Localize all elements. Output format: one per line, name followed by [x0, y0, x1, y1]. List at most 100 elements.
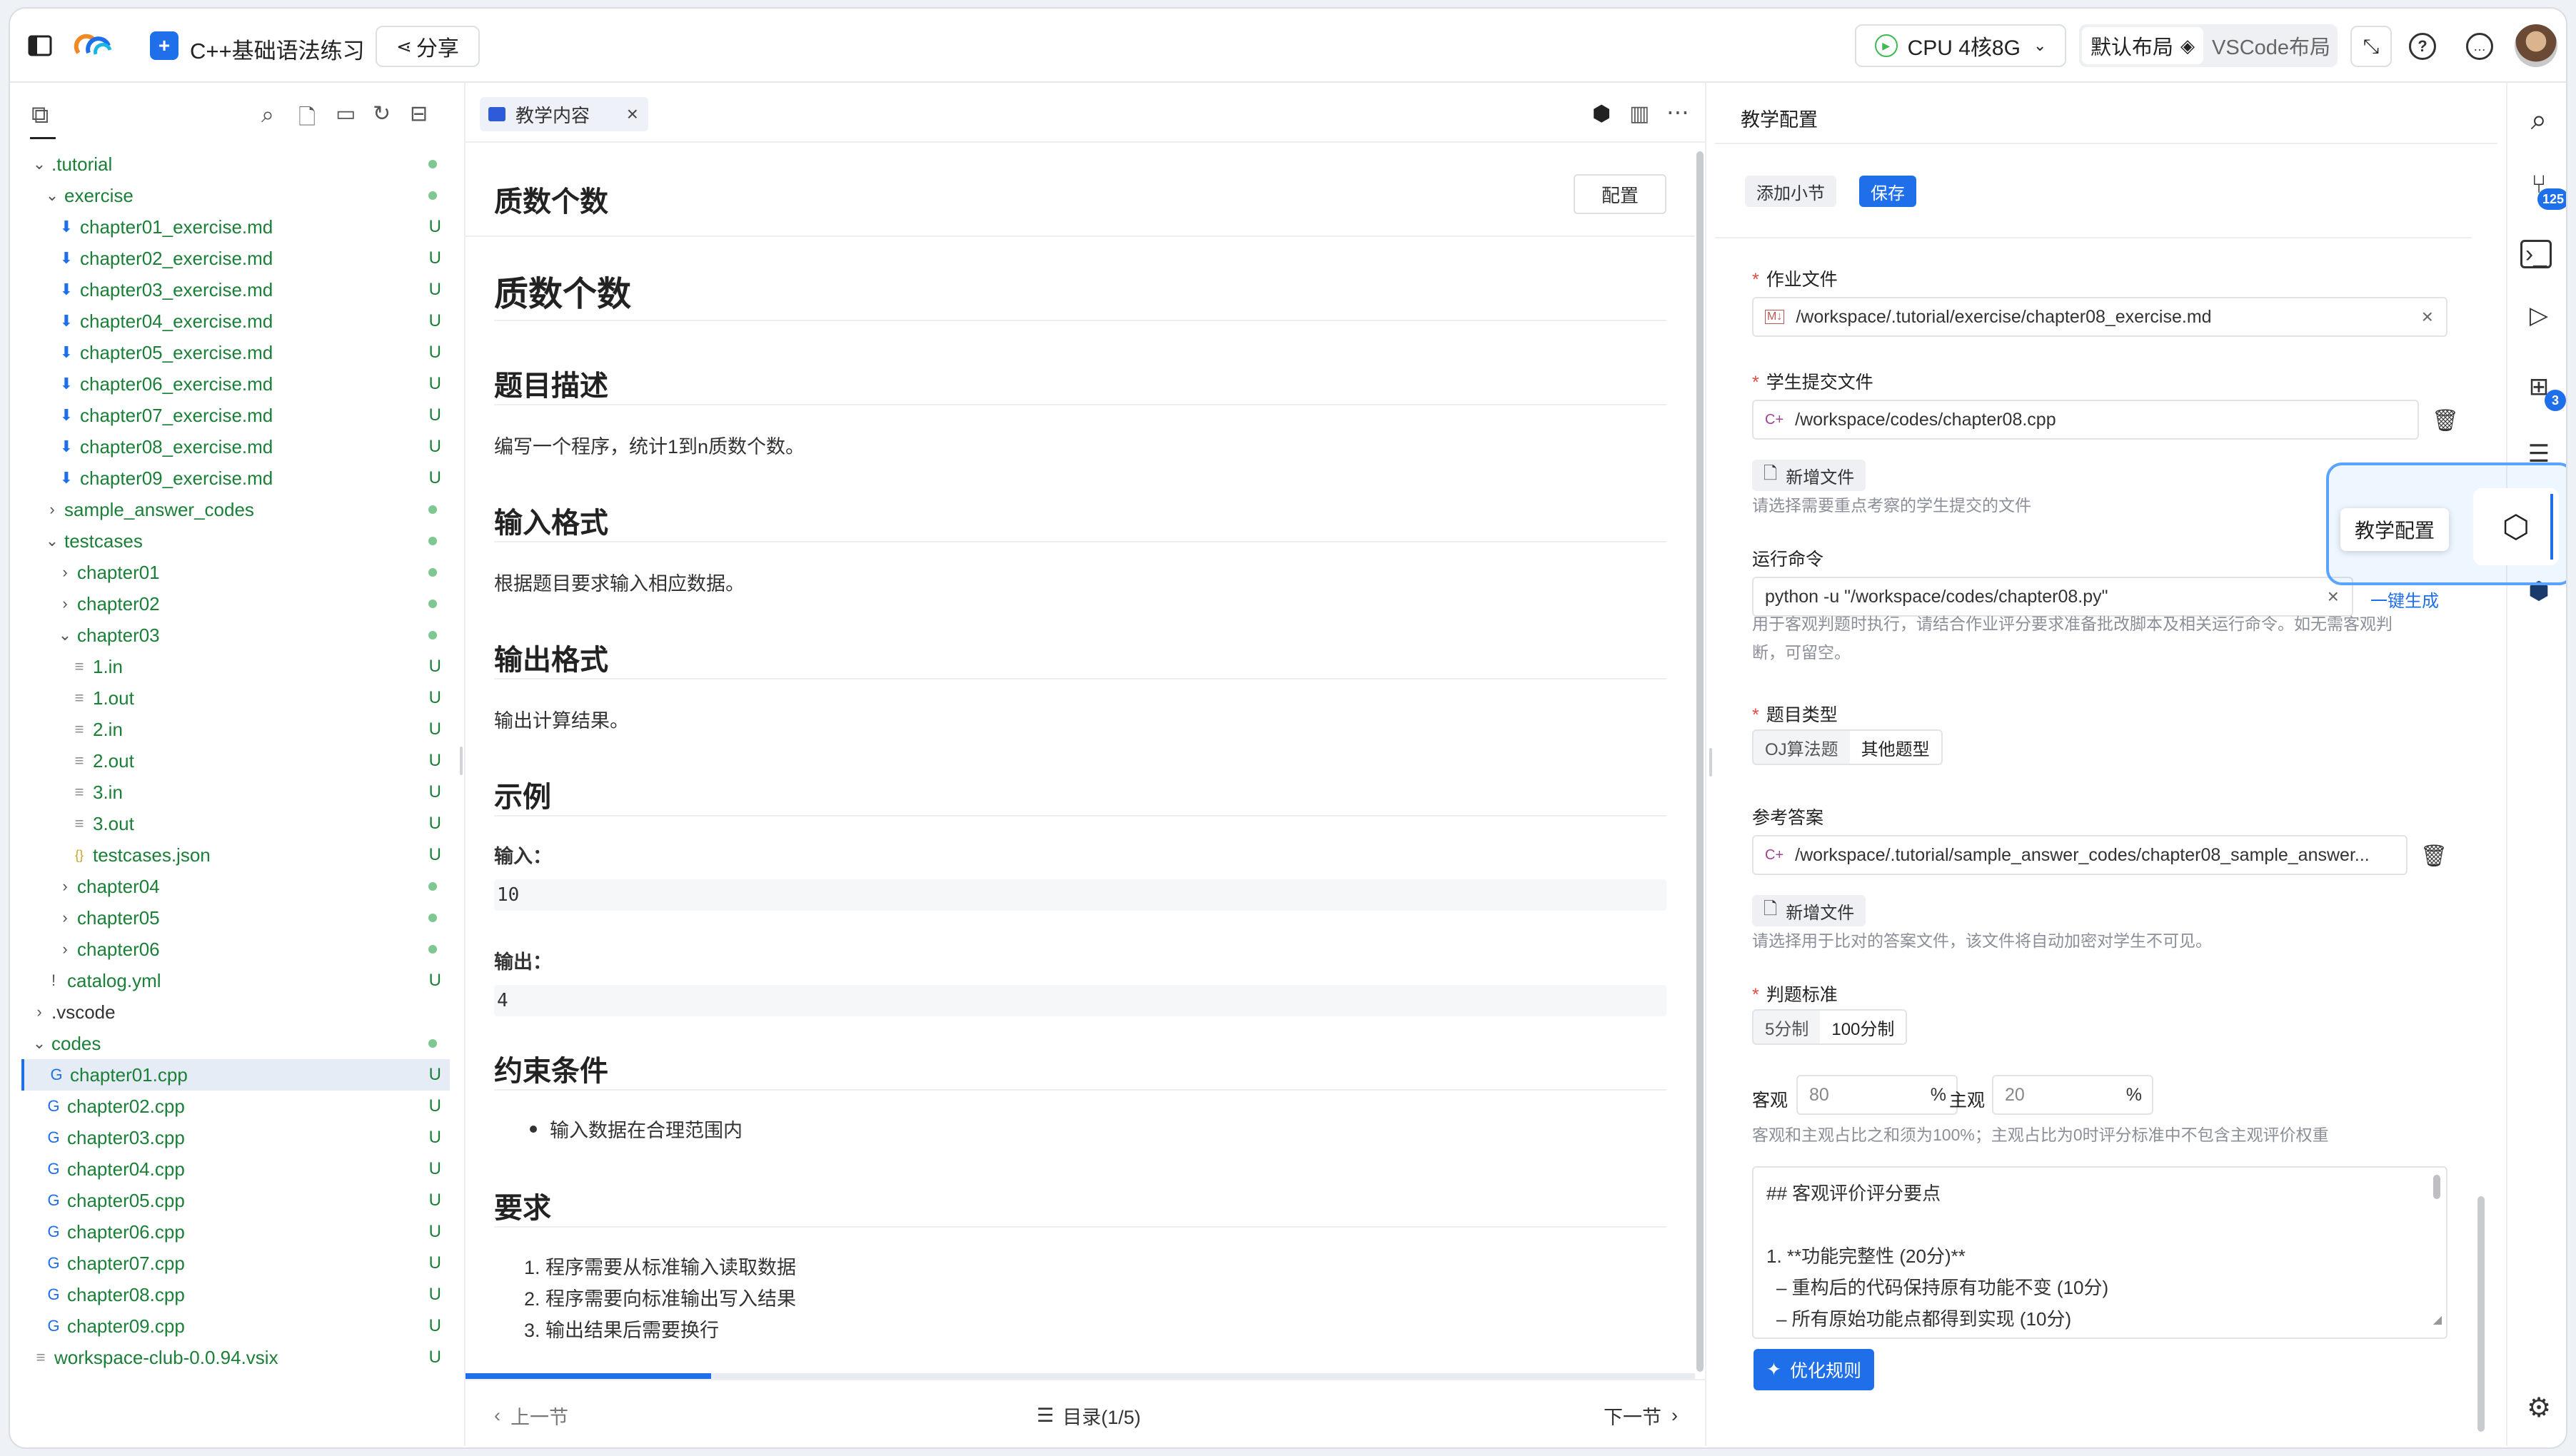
chevron-down-icon[interactable]: ⌄	[57, 626, 73, 644]
search-icon[interactable]: ⌕	[2520, 101, 2557, 138]
tree-item[interactable]: ⬇ chapter02_exercise.md U	[21, 243, 450, 274]
trash-icon[interactable]: 🗑	[2420, 844, 2447, 869]
teaching-config-button[interactable]: ⬡	[2473, 488, 2559, 565]
tree-item[interactable]: ⬇ chapter06_exercise.md U	[21, 368, 450, 400]
type-other-option[interactable]: 其他题型	[1849, 731, 1941, 764]
subjective-input[interactable]: 20 %	[1992, 1075, 2153, 1115]
tree-item[interactable]: Gchapter05.cpp U	[21, 1185, 450, 1216]
tree-item[interactable]: ≡ workspace-club-0.0.94.vsix U	[21, 1342, 450, 1373]
split-editor-icon[interactable]: ▥	[1629, 101, 1649, 126]
close-icon[interactable]: ×	[627, 103, 638, 126]
tree-item[interactable]: ⌄ exercise	[21, 180, 450, 211]
panel-scrollbar[interactable]	[2477, 1196, 2485, 1432]
tree-item[interactable]: ⬇ chapter08_exercise.md U	[21, 431, 450, 462]
chevron-right-icon[interactable]: ›	[57, 877, 73, 896]
sidebar-toggle-icon[interactable]	[26, 31, 54, 60]
tree-item[interactable]: ⌄ chapter03	[21, 620, 450, 651]
rubric-scrollbar[interactable]	[2433, 1175, 2440, 1199]
tree-item[interactable]: › chapter01	[21, 557, 450, 588]
tree-item[interactable]: › chapter02	[21, 588, 450, 620]
share-button[interactable]: ⋖ 分享	[376, 26, 480, 67]
type-oj-option[interactable]: OJ算法题	[1754, 731, 1850, 764]
tree-item[interactable]: ≡ 1.out U	[21, 682, 450, 714]
homework-field[interactable]: M↓ /workspace/.tutorial/exercise/chapter…	[1752, 297, 2447, 337]
tree-item[interactable]: ≡ 2.in U	[21, 714, 450, 745]
tree-item[interactable]: ⬇ chapter07_exercise.md U	[21, 400, 450, 431]
tree-item[interactable]: ⌄ testcases	[21, 525, 450, 557]
content-scrollbar[interactable]	[1696, 151, 1704, 1372]
scale-5-option[interactable]: 5分制	[1754, 1011, 1820, 1043]
chat-icon[interactable]: …	[2466, 33, 2493, 60]
next-section-button[interactable]: 下一节 ›	[1604, 1402, 1678, 1430]
search-icon[interactable]: ⌕	[261, 101, 274, 128]
collapse-icon[interactable]: ⤡	[2350, 26, 2392, 67]
student-file-field[interactable]: C+ /workspace/codes/chapter08.cpp	[1752, 400, 2419, 440]
extension-icon[interactable]: ⬢	[1592, 101, 1611, 126]
config-resize-handle[interactable]	[1709, 748, 1712, 777]
chevron-right-icon[interactable]: ›	[57, 940, 73, 959]
explorer-resize-handle[interactable]	[460, 747, 463, 775]
tree-item[interactable]: ≡ 2.out U	[21, 745, 450, 777]
new-file-icon[interactable]: 🗋	[298, 101, 316, 138]
tree-item[interactable]: Gchapter03.cpp U	[21, 1122, 450, 1153]
clear-icon[interactable]: ×	[2422, 305, 2433, 328]
tree-item[interactable]: Gchapter06.cpp U	[21, 1216, 450, 1248]
chevron-right-icon[interactable]: ›	[57, 595, 73, 613]
tree-item[interactable]: › chapter05	[21, 902, 450, 934]
chevron-right-icon[interactable]: ›	[57, 909, 73, 927]
toc-button[interactable]: ☰ 目录(1/5)	[1037, 1402, 1141, 1430]
add-student-file-button[interactable]: 🗋 新增文件	[1752, 460, 1866, 491]
layout-vscode-button[interactable]: VSCode布局	[2212, 31, 2330, 61]
clear-icon[interactable]: ×	[2328, 585, 2339, 608]
tree-item[interactable]: Gchapter02.cpp U	[21, 1091, 450, 1122]
avatar[interactable]	[2515, 24, 2557, 67]
tree-item[interactable]: ⌄ .tutorial	[21, 148, 450, 180]
trash-icon[interactable]: 🗑	[2432, 408, 2459, 433]
resize-grip-icon[interactable]: ◢	[2433, 1305, 2442, 1336]
new-folder-icon[interactable]: ▭	[336, 101, 356, 126]
tree-item[interactable]: Gchapter07.cpp U	[21, 1248, 450, 1279]
terminal-icon[interactable]: ›_	[2520, 240, 2552, 268]
objective-input[interactable]: 80 %	[1796, 1075, 1958, 1115]
tree-item[interactable]: › chapter06	[21, 934, 450, 965]
tree-item[interactable]: ⬇ chapter09_exercise.md U	[21, 462, 450, 494]
add-answer-file-button[interactable]: 🗋 新增文件	[1752, 895, 1866, 926]
chevron-right-icon[interactable]: ›	[31, 1003, 47, 1021]
tree-item[interactable]: ⬇ chapter03_exercise.md U	[21, 274, 450, 305]
tree-item[interactable]: ⌄ codes	[21, 1028, 450, 1059]
chevron-right-icon[interactable]: ›	[57, 563, 73, 582]
tree-item[interactable]: ≡ 3.in U	[21, 777, 450, 808]
tab-teaching-content[interactable]: 教学内容 ×	[480, 97, 648, 131]
tree-item[interactable]: ⬇ chapter01_exercise.md U	[21, 211, 450, 243]
config-button[interactable]: 配置	[1574, 174, 1666, 214]
tree-item[interactable]: Gchapter04.cpp U	[21, 1153, 450, 1185]
tree-item[interactable]: › chapter04	[21, 871, 450, 902]
more-icon[interactable]: ⋯	[1666, 98, 1689, 126]
tree-item[interactable]: › .vscode	[21, 996, 450, 1028]
chevron-right-icon[interactable]: ›	[44, 500, 60, 519]
tree-item[interactable]: {} testcases.json U	[21, 839, 450, 871]
auto-generate-link[interactable]: 一键生成	[2370, 587, 2439, 612]
optimize-rules-button[interactable]: ✦ 优化规则	[1754, 1349, 1874, 1390]
chevron-down-icon[interactable]: ⌄	[44, 532, 60, 550]
settings-gear-icon[interactable]: ⚙	[2520, 1389, 2557, 1426]
chevron-down-icon[interactable]: ⌄	[31, 155, 47, 173]
chevron-down-icon[interactable]: ⌄	[44, 186, 60, 205]
tree-item[interactable]: Gchapter08.cpp U	[21, 1279, 450, 1310]
tree-item[interactable]: Gchapter01.cpp U	[21, 1059, 450, 1091]
tree-item[interactable]: ! catalog.yml U	[21, 965, 450, 996]
save-button[interactable]: 保存	[1859, 176, 1916, 207]
collapse-all-icon[interactable]: ⊟	[410, 101, 428, 126]
prev-section-button[interactable]: ‹ 上一节	[494, 1402, 568, 1430]
scale-100-option[interactable]: 100分制	[1820, 1011, 1906, 1043]
answer-field[interactable]: C+ /workspace/.tutorial/sample_answer_co…	[1752, 835, 2408, 875]
run-debug-icon[interactable]: ▷	[2520, 297, 2557, 334]
tree-item[interactable]: ≡ 1.in U	[21, 651, 450, 682]
refresh-icon[interactable]: ↻	[373, 101, 391, 126]
cpu-select[interactable]: ▶ CPU 4核8G ⌄	[1855, 24, 2066, 67]
help-icon[interactable]: ?	[2409, 33, 2436, 60]
layout-default-button[interactable]: 默认布局 ◈	[2082, 27, 2204, 64]
tree-item[interactable]: ≡ 3.out U	[21, 808, 450, 839]
add-section-button[interactable]: 添加小节	[1745, 176, 1836, 207]
tree-item[interactable]: › sample_answer_codes	[21, 494, 450, 525]
